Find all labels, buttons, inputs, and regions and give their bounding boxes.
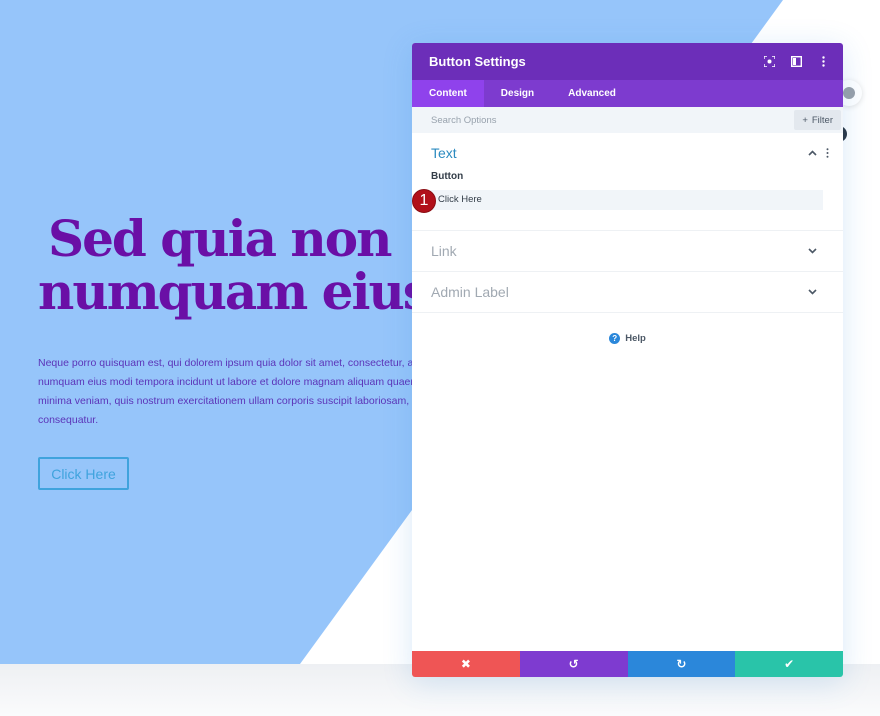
text-section-body: Button [412, 171, 843, 230]
section-title: Link [431, 242, 457, 259]
chevron-down-icon[interactable] [808, 247, 817, 254]
filter-button[interactable]: + Filter [794, 110, 841, 130]
page-canvas: Sed quia non numquam eius Neque porro qu… [0, 0, 880, 716]
check-icon: ✔ [784, 657, 795, 671]
panel-tabs: Content Design Advanced [412, 80, 843, 107]
search-row: + Filter [412, 107, 843, 133]
hero-body-line: minima veniam, quis nostrum exercitation… [38, 395, 412, 407]
section-link-header[interactable]: Link [412, 231, 843, 271]
hero-body-line: numquam eius modi tempora incidunt ut la… [38, 376, 412, 388]
tab-design[interactable]: Design [484, 80, 551, 107]
section-title: Text [431, 145, 457, 161]
discard-button[interactable]: ✖ [412, 651, 520, 677]
globe-icon [843, 87, 855, 99]
save-button[interactable]: ✔ [735, 651, 843, 677]
tab-content[interactable]: Content [412, 80, 484, 107]
section-title: Admin Label [431, 283, 509, 300]
sidebar-layout-icon[interactable] [791, 56, 802, 67]
button-settings-panel: Button Settings Content Design Advanced [412, 43, 843, 677]
section-admin-label: Admin Label [412, 272, 843, 313]
chevron-up-icon[interactable] [808, 150, 817, 156]
undo-button[interactable]: ↺ [519, 651, 628, 677]
focus-icon[interactable] [764, 56, 775, 67]
plus-icon: + [802, 114, 808, 126]
redo-button[interactable]: ↻ [627, 651, 736, 677]
section-admin-label-header[interactable]: Admin Label [412, 272, 843, 312]
close-icon: ✖ [460, 657, 471, 671]
section-text: Text Button [412, 133, 843, 231]
more-vertical-icon[interactable] [826, 148, 829, 158]
hero-cta-button[interactable]: Click Here [38, 457, 129, 490]
search-options-input[interactable] [431, 114, 731, 126]
hero-title-line-2: numquam eius [38, 262, 431, 321]
hero-body-text: Neque porro quisquam est, qui dolorem ip… [38, 354, 412, 434]
button-text-input[interactable] [431, 189, 823, 210]
hero-title: Sed quia non numquam eius [38, 212, 438, 318]
undo-icon: ↺ [568, 657, 579, 671]
filter-label: Filter [811, 114, 833, 126]
chevron-down-icon[interactable] [808, 288, 817, 295]
hero-body-line: consequatur. [38, 414, 99, 426]
section-link: Link [412, 231, 843, 272]
tab-advanced[interactable]: Advanced [551, 80, 633, 107]
panel-title: Button Settings [429, 54, 526, 69]
redo-icon: ↻ [676, 657, 687, 671]
action-bar: ✖ ↺ ↻ ✔ [412, 651, 843, 677]
step-number-badge: 1 [412, 189, 436, 213]
hero-body-line: Neque porro quisquam est, qui dolorem ip… [38, 357, 412, 369]
button-field-label: Button [431, 171, 464, 182]
panel-header[interactable]: Button Settings [412, 43, 843, 80]
help-label: Help [625, 332, 646, 344]
hero-title-line-1: Sed quia non [48, 209, 392, 268]
more-vertical-icon[interactable] [818, 56, 829, 67]
help-link[interactable]: ? Help [412, 332, 843, 344]
help-icon: ? [609, 332, 621, 344]
section-text-header[interactable]: Text [412, 133, 843, 173]
